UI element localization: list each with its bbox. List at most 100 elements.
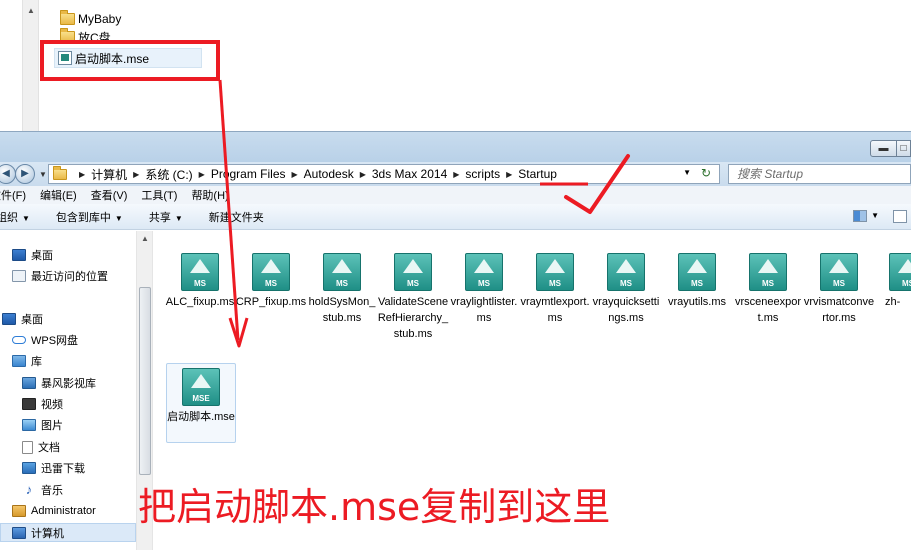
tree-item-label: 放C盘 <box>78 30 111 45</box>
chevron-right-icon: ▶ <box>198 169 205 179</box>
nav-item-libraries[interactable]: 库 <box>12 352 42 370</box>
chevron-right-icon: ▶ <box>291 169 298 179</box>
share-button[interactable]: 共享 ▼ <box>149 209 183 225</box>
back-button[interactable]: ◀ <box>0 164 16 184</box>
view-options-dropdown-icon[interactable]: ▼ <box>871 211 879 220</box>
breadcrumb-3ds-max[interactable]: ▶ 3ds Max 2014 <box>354 167 448 181</box>
forward-button[interactable]: ▶ <box>15 164 35 184</box>
maxscript-file-icon: MS <box>889 253 911 291</box>
chevron-right-icon: ▶ <box>79 169 86 179</box>
file-name: ValidateSceneRefHierarchy_stub.ms <box>377 296 449 340</box>
file-type-badge: MS <box>762 279 774 288</box>
file-name: vraymtlexport.ms <box>520 296 590 324</box>
maxscript-file-icon: MS <box>323 253 361 291</box>
breadcrumb-label: Startup <box>518 167 557 181</box>
file-name: zh- <box>885 296 901 308</box>
breadcrumb-label: Program Files <box>210 167 286 181</box>
nav-item-baofeng-library[interactable]: 暴风影视库 <box>22 374 96 392</box>
chevron-right-icon: ▶ <box>453 169 460 179</box>
nav-item-desktop[interactable]: 桌面 <box>12 246 53 264</box>
file-item[interactable]: MS holdSysMon_stub.ms <box>306 253 378 326</box>
file-item[interactable]: MS zh- <box>871 253 911 310</box>
nav-label: 图片 <box>41 420 63 432</box>
address-bar[interactable]: ▶ 计算机 ▶ 系统 (C:) ▶ Program Files ▶ Autodesk ▶… <box>48 164 720 184</box>
file-type-badge: MS <box>902 279 911 288</box>
file-name: holdSysMon_stub.ms <box>308 296 376 324</box>
menu-help[interactable]: 帮助(H) <box>191 187 228 203</box>
copied-startup-script-file[interactable]: MSE 启动脚本.mse <box>166 363 236 443</box>
nav-item-wps-cloud[interactable]: WPS网盘 <box>12 331 78 349</box>
document-icon <box>22 440 33 454</box>
file-item[interactable]: MS vrvismatconvertor.ms <box>803 253 875 326</box>
folder-icon <box>60 28 75 43</box>
file-item[interactable]: MS vrsceneexport.ms <box>732 253 804 326</box>
file-item[interactable]: MS vrayquicksettings.ms <box>590 253 662 326</box>
breadcrumb-label: 计算机 <box>91 167 128 182</box>
breadcrumb-scripts[interactable]: ▶ scripts <box>447 167 500 181</box>
desktop-icon <box>12 249 26 261</box>
preview-pane-icon[interactable] <box>893 210 907 223</box>
file-item[interactable]: MS vraymtlexport.ms <box>519 253 591 326</box>
file-name: vrsceneexport.ms <box>734 296 802 324</box>
breadcrumb-c-drive[interactable]: ▶ 系统 (C:) <box>127 166 192 183</box>
organize-button[interactable]: 组织 ▼ <box>0 209 30 225</box>
minimize-button[interactable]: ▬ <box>870 140 897 157</box>
address-history-dropdown-icon[interactable]: ▼ <box>683 168 691 177</box>
breadcrumb-startup[interactable]: ▶ Startup <box>500 167 557 181</box>
file-item[interactable]: MS CRP_fixup.ms <box>235 253 307 310</box>
tree-item-label: MyBaby <box>78 12 122 26</box>
nav-label: 音乐 <box>41 485 63 497</box>
tree-item-label: 启动脚本.mse <box>75 51 150 66</box>
nav-label: 视频 <box>41 399 63 411</box>
breadcrumb-autodesk[interactable]: ▶ Autodesk <box>286 167 354 181</box>
menu-edit[interactable]: 编辑(E) <box>40 187 77 203</box>
nav-label: 迅雷下载 <box>41 463 85 475</box>
maxscript-file-icon: MS <box>536 253 574 291</box>
file-name: vrvismatconvertor.ms <box>803 296 875 324</box>
nav-item-documents[interactable]: 文档 <box>22 438 60 456</box>
tree-item-mybaby[interactable]: MyBaby <box>60 10 121 28</box>
nav-item-desktop-root[interactable]: 桌面 <box>2 310 43 328</box>
nav-item-administrator[interactable]: Administrator <box>12 502 96 520</box>
breadcrumb-computer[interactable]: ▶ 计算机 <box>73 166 127 183</box>
scroll-up-icon[interactable]: ▲ <box>141 234 149 243</box>
nav-label: WPS网盘 <box>31 335 79 347</box>
nav-item-recent-places[interactable]: 最近访问的位置 <box>12 267 108 285</box>
menu-file[interactable]: 文件(F) <box>0 187 26 203</box>
file-item[interactable]: MS vraylightlister.ms <box>448 253 520 326</box>
top-pane-scrollbar[interactable]: ▲ <box>22 0 39 131</box>
nav-label: 文档 <box>38 442 60 454</box>
maximize-button[interactable]: □ <box>897 140 911 157</box>
nav-item-pictures[interactable]: 图片 <box>22 416 63 434</box>
desktop-icon <box>2 313 16 325</box>
menu-view[interactable]: 查看(V) <box>91 187 128 203</box>
nav-item-videos[interactable]: 视频 <box>22 395 63 413</box>
scrollbar-thumb[interactable] <box>139 287 151 475</box>
title-bar[interactable]: ▬ □ <box>0 131 911 162</box>
breadcrumb-label: 3ds Max 2014 <box>371 167 448 181</box>
change-view-icon[interactable] <box>853 210 867 222</box>
include-library-label: 包含到库中 <box>55 211 111 224</box>
file-name: vrayutils.ms <box>667 296 727 308</box>
nav-item-thunder-downloads[interactable]: 迅雷下载 <box>22 459 85 477</box>
nav-item-computer[interactable]: 计算机 <box>12 524 64 542</box>
menu-tools[interactable]: 工具(T) <box>141 187 177 203</box>
maxscript-file-icon: MS <box>252 253 290 291</box>
search-input[interactable]: 搜索 Startup <box>728 164 911 184</box>
tree-item-startup-script[interactable]: 启动脚本.mse <box>58 49 149 67</box>
media-library-icon <box>22 377 36 389</box>
chevron-down-icon: ▼ <box>22 213 30 223</box>
file-item[interactable]: MS vrayutils.ms <box>661 253 733 310</box>
tree-item-c-drive-folder[interactable]: 放C盘 <box>60 28 111 46</box>
new-folder-button[interactable]: 新建文件夹 <box>209 209 264 225</box>
refresh-icon[interactable]: ↻ <box>697 166 715 182</box>
file-item[interactable]: MS ALC_fixup.ms <box>164 253 236 310</box>
file-item[interactable]: MS ValidateSceneRefHierarchy_stub.ms <box>377 253 449 342</box>
recent-pages-dropdown-icon[interactable]: ▼ <box>39 170 47 179</box>
include-in-library-button[interactable]: 包含到库中 ▼ <box>56 209 123 225</box>
nav-item-music[interactable]: ♪ 音乐 <box>22 481 63 499</box>
breadcrumb-program-files[interactable]: ▶ Program Files <box>193 167 286 181</box>
user-icon <box>12 505 26 517</box>
scroll-up-icon[interactable]: ▲ <box>27 6 35 15</box>
mse-file-icon: MSE <box>182 368 220 406</box>
